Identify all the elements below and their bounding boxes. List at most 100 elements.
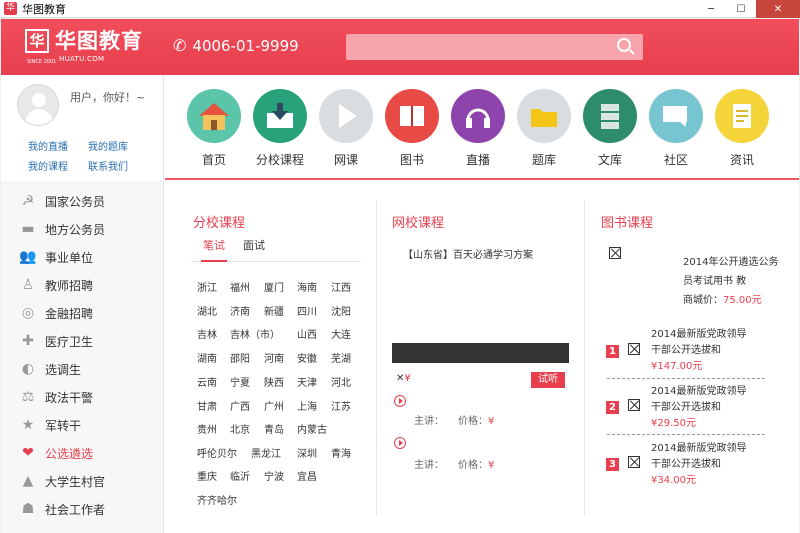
city-link[interactable]: 福州: [230, 279, 250, 294]
city-link[interactable]: 宁波: [264, 468, 284, 483]
city-link[interactable]: 上海: [297, 398, 317, 413]
city-link[interactable]: 青海: [331, 445, 351, 460]
nav-library[interactable]: 文库: [580, 89, 640, 168]
sidebar-item-medical[interactable]: ✚ 医疗卫生: [1, 327, 164, 355]
city-link[interactable]: 云南: [197, 374, 217, 389]
cross-icon: ✚: [22, 333, 34, 349]
city-link[interactable]: 广西: [230, 398, 250, 413]
city-link[interactable]: 海南: [297, 279, 317, 294]
city-link[interactable]: 深圳: [297, 445, 317, 460]
tab-written-exam[interactable]: 笔试: [201, 236, 227, 262]
city-link[interactable]: 河北: [331, 374, 351, 389]
nav-live[interactable]: 直播: [448, 89, 508, 168]
sidebar-item-social-worker[interactable]: ☗ 社会工作者: [1, 495, 164, 523]
nav-question-bank[interactable]: 题库: [514, 89, 574, 168]
city-link[interactable]: 大连: [331, 326, 351, 341]
sidebar-item-selected-graduates[interactable]: ◐ 选调生: [1, 355, 164, 383]
search-input[interactable]: [346, 34, 643, 60]
sidebar-item-public-selection[interactable]: ❤ 公选遴选: [1, 439, 164, 467]
city-link[interactable]: 甘肃: [197, 398, 217, 413]
city-link[interactable]: 江西: [331, 279, 351, 294]
book-item[interactable]: 2014最新版党政领导 干部公开选拔和 ¥34.00元: [651, 441, 746, 489]
maximize-button[interactable]: ☐: [726, 0, 756, 18]
sidebar-item-local-civil-servant[interactable]: ▬ 地方公务员: [1, 215, 164, 243]
sidebar-item-teacher-recruit[interactable]: ♙ 教师招聘: [1, 271, 164, 299]
tab-interview[interactable]: 面试: [243, 236, 265, 262]
city-link[interactable]: 临沂: [230, 468, 250, 483]
book-item[interactable]: 2014最新版党政领导 干部公开选拔和 ¥29.50元: [651, 384, 746, 432]
listen-button[interactable]: 试听: [531, 372, 565, 388]
sidebar-item-public-institution[interactable]: 👥 事业单位: [1, 243, 164, 271]
book-cover-icon[interactable]: [628, 343, 640, 355]
city-link[interactable]: 厦门: [264, 279, 284, 294]
city-link[interactable]: 呼伦贝尔: [197, 445, 237, 460]
city-link[interactable]: 青岛: [264, 421, 284, 436]
window-titlebar: 华 华图教育 ─ ☐ ✕: [0, 0, 800, 18]
city-link[interactable]: 北京: [230, 421, 250, 436]
city-link[interactable]: 安徽: [297, 350, 317, 365]
city-link[interactable]: 内蒙古: [297, 421, 327, 436]
course-price: 价格：¥: [458, 460, 495, 471]
city-link[interactable]: 济南: [230, 303, 250, 318]
city-link[interactable]: 沈阳: [331, 303, 351, 318]
city-link[interactable]: 广州: [264, 398, 284, 413]
my-question-bank-link[interactable]: 我的题库: [88, 138, 128, 153]
city-link[interactable]: 新疆: [264, 303, 284, 318]
course-banner[interactable]: [392, 343, 569, 363]
city-link[interactable]: 吉林: [197, 326, 217, 341]
nav-community[interactable]: 社区: [646, 89, 706, 168]
city-link[interactable]: 吉林（市）: [230, 326, 280, 341]
nav-online-courses[interactable]: 网课: [316, 89, 376, 168]
contact-us-link[interactable]: 联系我们: [88, 158, 128, 173]
minimize-button[interactable]: ─: [696, 0, 726, 18]
book-cover-icon[interactable]: [609, 247, 621, 259]
sidebar-item-village-official[interactable]: ▲ 大学生村官: [1, 467, 164, 495]
book-cover-icon[interactable]: [628, 399, 640, 411]
city-link[interactable]: 天津: [297, 374, 317, 389]
close-button[interactable]: ✕: [756, 0, 800, 18]
play-icon: [319, 89, 373, 143]
branch-courses-title: 分校课程: [193, 216, 246, 231]
city-link[interactable]: 芜湖: [331, 350, 351, 365]
play-icon[interactable]: [394, 437, 406, 449]
city-link[interactable]: 陕西: [264, 374, 284, 389]
sidebar-item-police[interactable]: ⚖ 政法干警: [1, 383, 164, 411]
nav-branch-courses[interactable]: 分校课程: [250, 89, 310, 168]
city-link[interactable]: 重庆: [197, 468, 217, 483]
nav-news[interactable]: 资讯: [712, 89, 772, 168]
my-courses-link[interactable]: 我的课程: [28, 158, 68, 173]
hat-icon: ▬: [21, 221, 35, 237]
sidebar-item-finance-recruit[interactable]: ◎ 金融招聘: [1, 299, 164, 327]
avatar[interactable]: [17, 84, 59, 126]
city-link[interactable]: 湖北: [197, 303, 217, 318]
books-title: 图书课程: [601, 216, 654, 231]
city-link[interactable]: 河南: [264, 350, 284, 365]
book-cover-icon[interactable]: [628, 456, 640, 468]
city-link[interactable]: 齐齐哈尔: [197, 492, 237, 507]
city-link[interactable]: 山西: [297, 326, 317, 341]
city-link[interactable]: 湖南: [197, 350, 217, 365]
my-live-link[interactable]: 我的直播: [28, 138, 68, 153]
course-headline[interactable]: 【山东省】百天必通学习方案: [403, 246, 533, 261]
teacher-icon: ♙: [21, 277, 35, 293]
city-link[interactable]: 贵州: [197, 421, 217, 436]
sidebar-item-national-civil-servant[interactable]: ☭ 国家公务员: [1, 187, 164, 215]
play-icon[interactable]: [394, 395, 406, 407]
mountain-icon: ▲: [22, 473, 34, 489]
featured-book[interactable]: 2014年公开遴选公务员考试用书 教 商城价：75.00元: [683, 253, 783, 310]
nav-home[interactable]: 首页: [184, 89, 244, 168]
nav-books[interactable]: 图书: [382, 89, 442, 168]
book-item[interactable]: 2014最新版党政领导 干部公开选拔和 ¥147.00元: [651, 327, 746, 375]
city-link[interactable]: 宁夏: [230, 374, 250, 389]
city-link[interactable]: 四川: [297, 303, 317, 318]
folder-icon: [517, 89, 571, 143]
city-link[interactable]: 黑龙江: [251, 445, 281, 460]
headphones-icon: [451, 89, 505, 143]
city-link[interactable]: 江苏: [331, 398, 351, 413]
city-link[interactable]: 邵阳: [230, 350, 250, 365]
item-divider: [607, 434, 765, 435]
city-link[interactable]: 宜昌: [297, 468, 317, 483]
search-icon[interactable]: [617, 38, 631, 52]
city-link[interactable]: 浙江: [197, 279, 217, 294]
sidebar-item-military-transfer[interactable]: ★ 军转干: [1, 411, 164, 439]
